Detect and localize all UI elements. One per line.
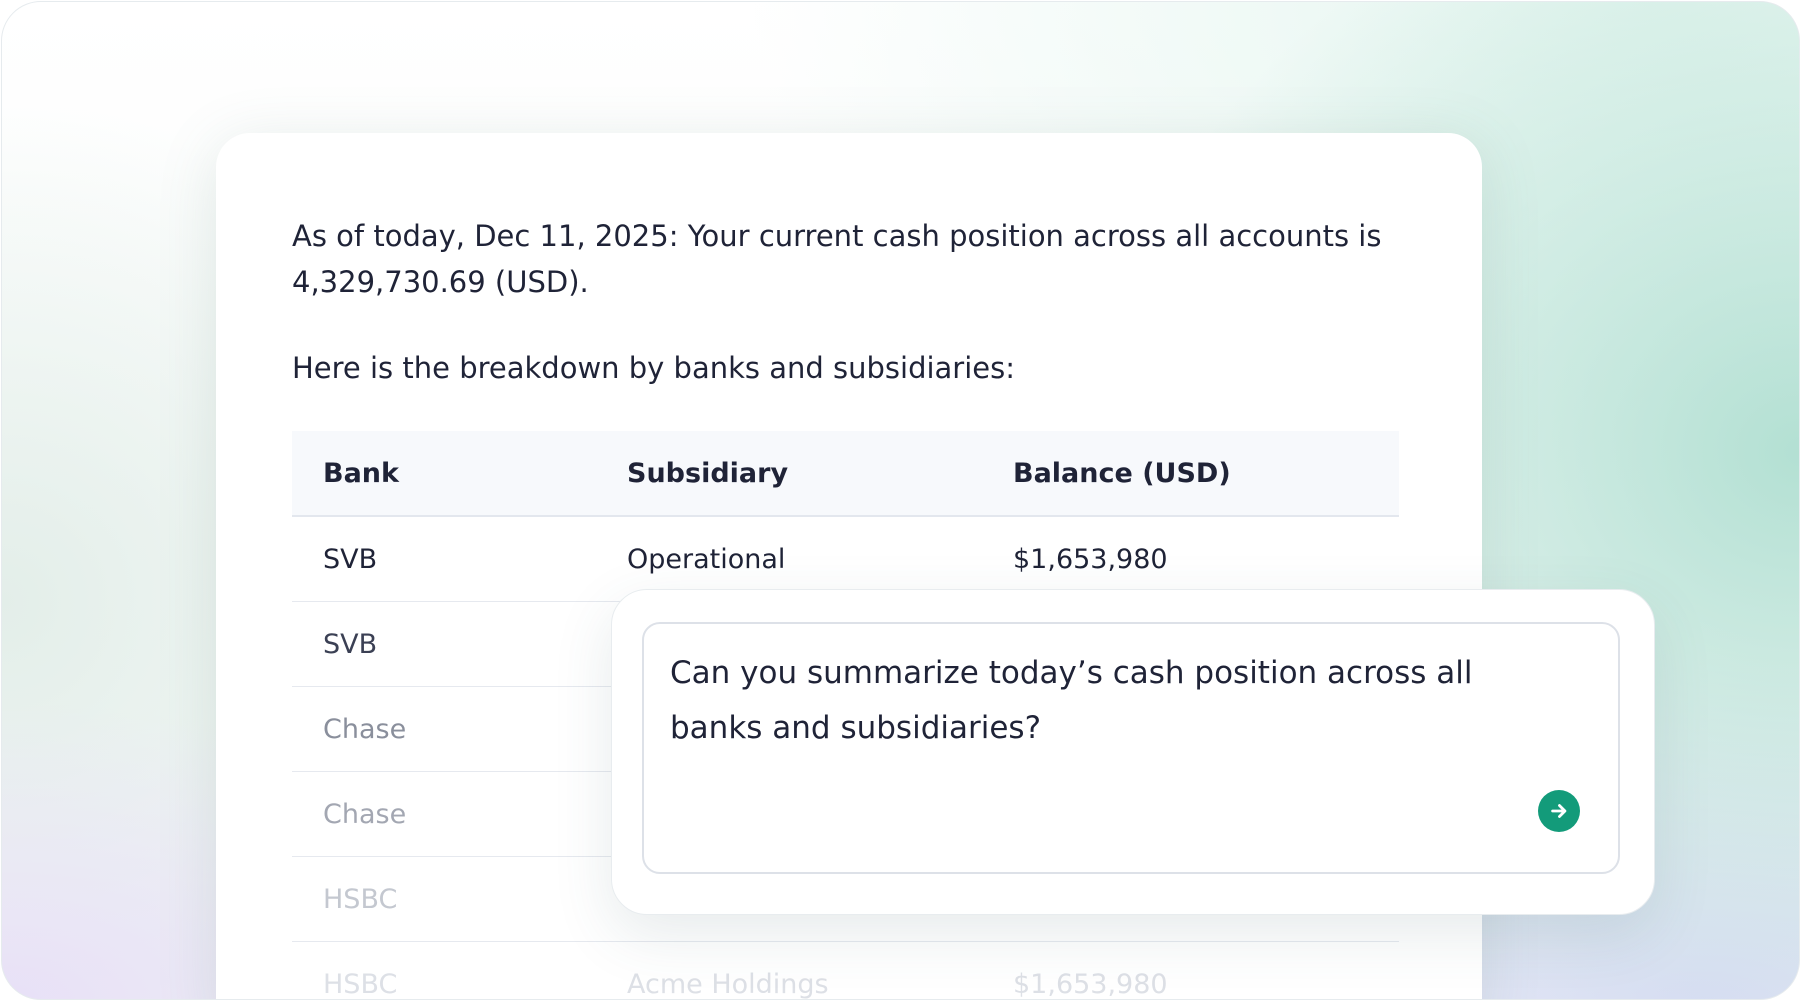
cell-bank: SVB [323, 543, 378, 575]
chat-input-text[interactable]: Can you summarize today’s cash position … [670, 646, 1570, 756]
cell-subsidiary: Acme Holdings [627, 968, 829, 1000]
breakdown-heading: Here is the breakdown by banks and subsi… [292, 351, 1016, 385]
send-button[interactable] [1538, 790, 1580, 832]
arrow-right-icon [1551, 804, 1567, 818]
chat-input[interactable]: Can you summarize today’s cash position … [642, 622, 1620, 874]
table-row: HSBC Acme Holdings $1,653,980 [292, 942, 1399, 1000]
cell-bank: Chase [323, 798, 407, 830]
cell-bank: HSBC [323, 968, 398, 1000]
cash-position-summary: As of today, Dec 11, 2025: Your current … [292, 219, 1382, 299]
cell-balance: $1,653,980 [1013, 543, 1168, 575]
cell-bank: SVB [323, 628, 378, 660]
column-header-balance: Balance (USD) [1013, 457, 1231, 489]
background-frame: As of today, Dec 11, 2025: Your current … [1, 1, 1800, 1000]
column-header-subsidiary: Subsidiary [627, 457, 789, 489]
cell-balance: $1,653,980 [1013, 968, 1168, 1000]
table-header-row: Bank Subsidiary Balance (USD) [292, 431, 1399, 517]
column-header-bank: Bank [323, 457, 399, 489]
cell-bank: HSBC [323, 883, 398, 915]
cell-subsidiary: Operational [627, 543, 786, 575]
chat-composer-panel: Can you summarize today’s cash position … [611, 589, 1655, 915]
cell-bank: Chase [323, 713, 407, 745]
